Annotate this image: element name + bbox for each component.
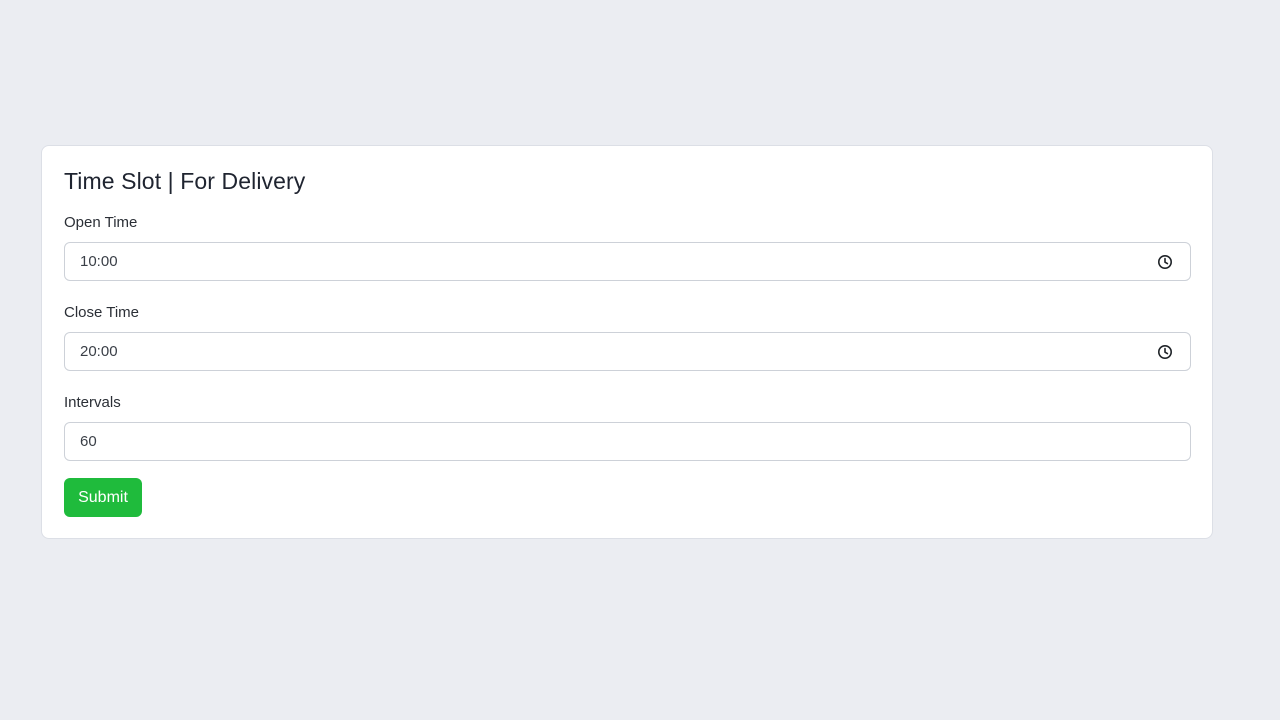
submit-button[interactable]: Submit xyxy=(64,478,142,517)
intervals-value: 60 xyxy=(80,433,97,450)
open-time-label: Open Time xyxy=(64,214,138,231)
close-time-label: Close Time xyxy=(64,304,140,321)
page-title: Time Slot | For Delivery xyxy=(64,168,306,194)
close-time-input[interactable]: 20:00 xyxy=(64,332,1191,371)
time-slot-card: Time Slot | For Delivery Open Time 10:00… xyxy=(41,145,1213,539)
clock-icon[interactable] xyxy=(1157,254,1173,270)
intervals-label: Intervals xyxy=(64,394,121,411)
clock-icon[interactable] xyxy=(1157,344,1173,360)
open-time-value: 10:00 xyxy=(80,253,118,270)
open-time-input[interactable]: 10:00 xyxy=(64,242,1191,281)
close-time-value: 20:00 xyxy=(80,343,118,360)
intervals-input[interactable]: 60 xyxy=(64,422,1191,461)
